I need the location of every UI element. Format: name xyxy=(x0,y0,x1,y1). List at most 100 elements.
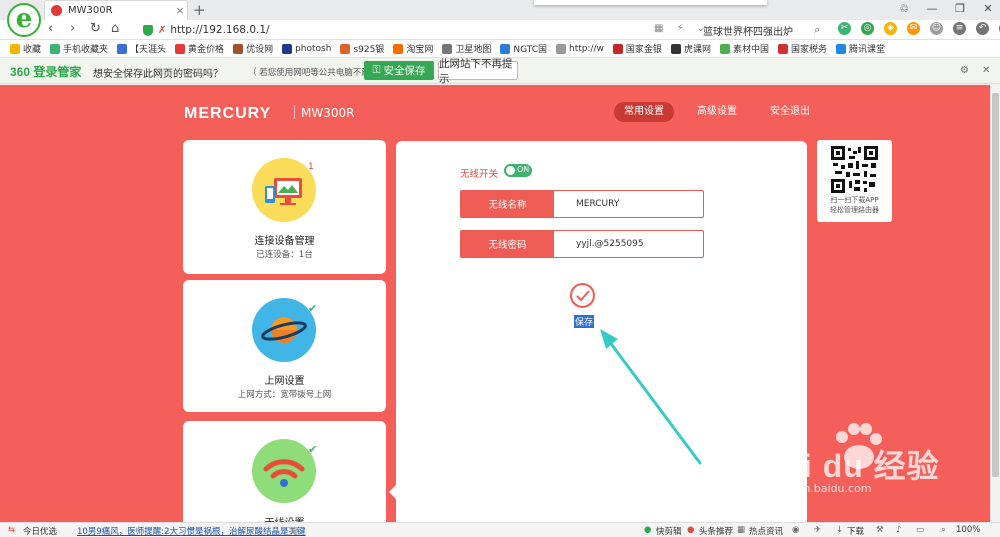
zoom-icon[interactable]: ⌕ xyxy=(941,525,946,535)
qr-code-icon[interactable]: ▦ xyxy=(654,23,663,34)
tab-favicon xyxy=(51,5,62,16)
maximize-button[interactable]: ❐ xyxy=(954,2,966,15)
browser-logo[interactable]: e xyxy=(7,3,41,37)
card-subtitle: 已连设备：1台 xyxy=(256,250,313,260)
bookmark-item[interactable]: 国家税务 xyxy=(777,42,827,55)
url-text[interactable]: http://192.168.0.1/ xyxy=(170,24,269,36)
settings-gear-icon[interactable]: ⚙ xyxy=(960,65,969,76)
password-input[interactable]: yyjl.@5255095 xyxy=(576,231,644,257)
nav-safe-exit[interactable]: 安全退出 xyxy=(760,102,820,122)
security-icon[interactable]: ◈ xyxy=(884,22,897,35)
bookmark-item[interactable]: NGTC国 xyxy=(500,42,547,55)
speed-icon[interactable]: ✈ xyxy=(814,525,821,535)
bookmark-item[interactable]: 卫星地图 xyxy=(442,42,491,55)
password-field[interactable]: 无线密码 yyjl.@5255095 xyxy=(460,230,704,258)
nav-advanced-settings[interactable]: 高级设置 xyxy=(687,102,747,122)
card-internet-settings[interactable]: ✔ 上网设置 上网方式：宽带拨号上网 xyxy=(183,280,386,412)
ssid-input[interactable]: MERCURY xyxy=(576,191,619,217)
undo-icon[interactable]: ↶ xyxy=(976,22,989,35)
planet-icon xyxy=(252,298,316,362)
fast-clip-button[interactable]: 快剪辑 xyxy=(656,525,682,537)
search-input[interactable]: 篮球世界杯四强出炉 xyxy=(703,23,814,38)
scissors-icon[interactable]: ✂ xyxy=(838,22,851,35)
ssid-label: 无线名称 xyxy=(461,191,554,217)
back-button[interactable]: ‹ xyxy=(48,21,53,36)
speedup-icon[interactable]: ◎ xyxy=(861,22,874,35)
nav-common-settings[interactable]: 常用设置 xyxy=(614,102,674,122)
bookmark-item[interactable]: 素材中国 xyxy=(719,42,769,55)
search-box[interactable]: 篮球世界杯四强出炉 ⌕ xyxy=(703,21,828,39)
close-bar-icon[interactable]: ✕ xyxy=(982,65,990,76)
save-check-icon[interactable] xyxy=(570,283,595,308)
save-password-question: 想安全保存此网页的密码吗？ xyxy=(93,69,223,80)
active-card-pointer xyxy=(389,485,396,499)
bookmark-item[interactable]: 【天涯头 xyxy=(117,42,166,55)
bookmark-item[interactable]: 虎课网 xyxy=(670,42,711,55)
card-wireless-settings[interactable]: ✔ 无线设置 xyxy=(183,421,386,522)
tab-close-icon[interactable]: × xyxy=(173,4,187,17)
bookmark-item[interactable]: 淘宝网 xyxy=(393,42,433,55)
forward-button[interactable]: › xyxy=(70,21,75,36)
close-window-button[interactable]: ✕ xyxy=(982,2,994,15)
address-bar-tools: ▦ ⚡ ⌄ xyxy=(654,23,705,34)
bookmark-item[interactable]: 收藏 xyxy=(10,42,41,55)
bookmark-item[interactable]: 腾讯课堂 xyxy=(835,42,885,55)
save-button[interactable]: 保存 xyxy=(574,315,595,328)
wireless-settings-panel: 无线开关 ON 无线名称 MERCURY 无线密码 yyjl.@5255095 … xyxy=(396,141,807,522)
dropdown-edge xyxy=(534,0,767,5)
today-picks-label[interactable]: 今日优选 xyxy=(23,525,57,537)
search-icon[interactable]: ⌕ xyxy=(814,23,828,37)
window-icon[interactable]: ▭ xyxy=(916,525,924,535)
bookmark-item[interactable]: photosh xyxy=(282,43,331,54)
top-navigation: 常用设置 高级设置 安全退出 xyxy=(614,102,833,122)
ssid-field[interactable]: 无线名称 MERCURY xyxy=(460,190,704,218)
address-bar[interactable]: ✗ http://192.168.0.1/ xyxy=(143,21,683,39)
headline-push-button[interactable]: 头条推荐 xyxy=(699,525,733,537)
scrollbar-thumb[interactable] xyxy=(992,93,999,477)
toggle-state: ON xyxy=(517,165,530,174)
key-icon: ⚿ xyxy=(372,64,381,76)
hot-news-icon: ▦ xyxy=(737,525,746,535)
refresh-button[interactable]: ↻ xyxy=(90,21,101,36)
mercury-logo: MERCURY xyxy=(184,105,272,122)
mail-icon[interactable]: ✉ xyxy=(907,22,920,35)
download-button[interactable]: 下载 xyxy=(847,525,864,537)
bookmark-item[interactable]: s925银 xyxy=(340,42,384,55)
router-admin-page: MERCURY MW300R 常用设置 高级设置 安全退出 1 连接设备管理 已… xyxy=(0,85,990,522)
page-scrollbar[interactable] xyxy=(990,85,1000,522)
brand-divider xyxy=(294,105,295,119)
bookmark-item[interactable]: 国家金银 xyxy=(612,42,662,55)
card-device-management[interactable]: 1 连接设备管理 已连设备：1台 xyxy=(183,140,386,274)
skin-icon[interactable]: ♲ xyxy=(898,2,910,15)
wireless-switch-toggle[interactable]: ON xyxy=(504,164,532,177)
today-icon: ⇆ xyxy=(8,525,16,535)
mute-icon[interactable]: ♪ xyxy=(896,525,901,535)
wireless-check-icon: ✔ xyxy=(308,443,318,456)
bookmark-item[interactable]: http://w xyxy=(555,43,604,54)
zoom-level[interactable]: 100% xyxy=(956,525,980,535)
hot-news-button[interactable]: 热点资讯 xyxy=(749,525,783,537)
speed-mode-icon[interactable]: ⚡ xyxy=(676,23,683,34)
never-prompt-button[interactable]: 此网站下不再提示 xyxy=(438,58,518,85)
card-title: 上网设置 xyxy=(264,376,305,387)
card-title: 连接设备管理 xyxy=(254,236,315,247)
home-button[interactable]: ⌂ xyxy=(111,21,119,36)
minimize-button[interactable]: — xyxy=(926,2,938,15)
new-tab-button[interactable]: + xyxy=(193,1,206,19)
router-model: MW300R xyxy=(301,106,355,120)
connected-count-badge: 1 xyxy=(308,162,314,172)
status-bar: ⇆ 今日优选 10男9痛风，医师提醒:2大习惯是祸根，治解尿酸结晶是关键 汇聚 … xyxy=(0,522,1000,537)
bookmark-item[interactable]: 黄金价格 xyxy=(175,42,224,55)
tools-icon[interactable]: ⚒ xyxy=(876,525,884,535)
menu-icon[interactable]: ≡ xyxy=(953,22,966,35)
tab-mw300r[interactable]: MW300R × xyxy=(44,0,188,20)
face-icon[interactable]: ☺ xyxy=(930,22,943,35)
qr-caption: 扫一扫下载APP 轻松管理路由器 xyxy=(830,196,879,214)
password-label: 无线密码 xyxy=(461,231,554,257)
qr-code-image xyxy=(831,146,878,193)
safe-save-button[interactable]: ⚿ 安全保存 xyxy=(364,61,434,80)
screenshot-icon[interactable]: ◉ xyxy=(792,525,799,535)
news-headline-link[interactable]: 10男9痛风，医师提醒:2大习惯是祸根，治解尿酸结晶是关键 xyxy=(77,525,306,537)
bookmark-item[interactable]: 优设网 xyxy=(233,42,273,55)
bookmark-item[interactable]: 手机收藏夹 xyxy=(50,42,108,55)
